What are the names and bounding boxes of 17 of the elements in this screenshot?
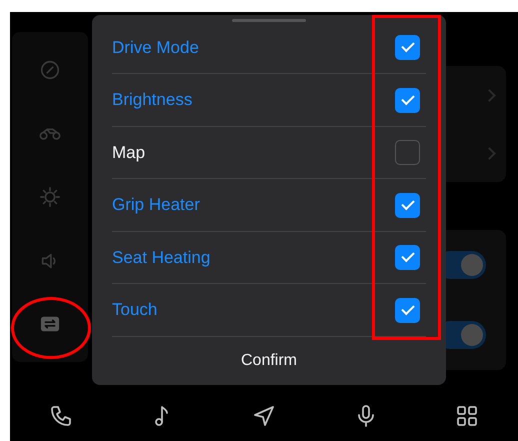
option-label: Seat Heating [112,248,210,268]
drag-handle[interactable] [232,19,306,22]
option-label: Drive Mode [112,38,199,58]
option-label: Brightness [112,90,192,110]
option-label: Touch [112,300,158,320]
grid-icon[interactable] [455,404,480,428]
phone-icon[interactable] [48,404,73,428]
navigation-arrow-icon[interactable] [252,404,276,428]
checkbox[interactable] [395,140,420,166]
checkbox[interactable] [395,35,420,60]
checkbox[interactable] [395,88,420,113]
confirm-button[interactable]: Confirm [92,336,446,386]
option-label: Map [112,142,146,163]
checkbox[interactable] [395,245,420,270]
option-label: Grip Heater [112,195,200,216]
checkbox[interactable] [395,192,420,218]
checkbox[interactable] [395,298,420,323]
